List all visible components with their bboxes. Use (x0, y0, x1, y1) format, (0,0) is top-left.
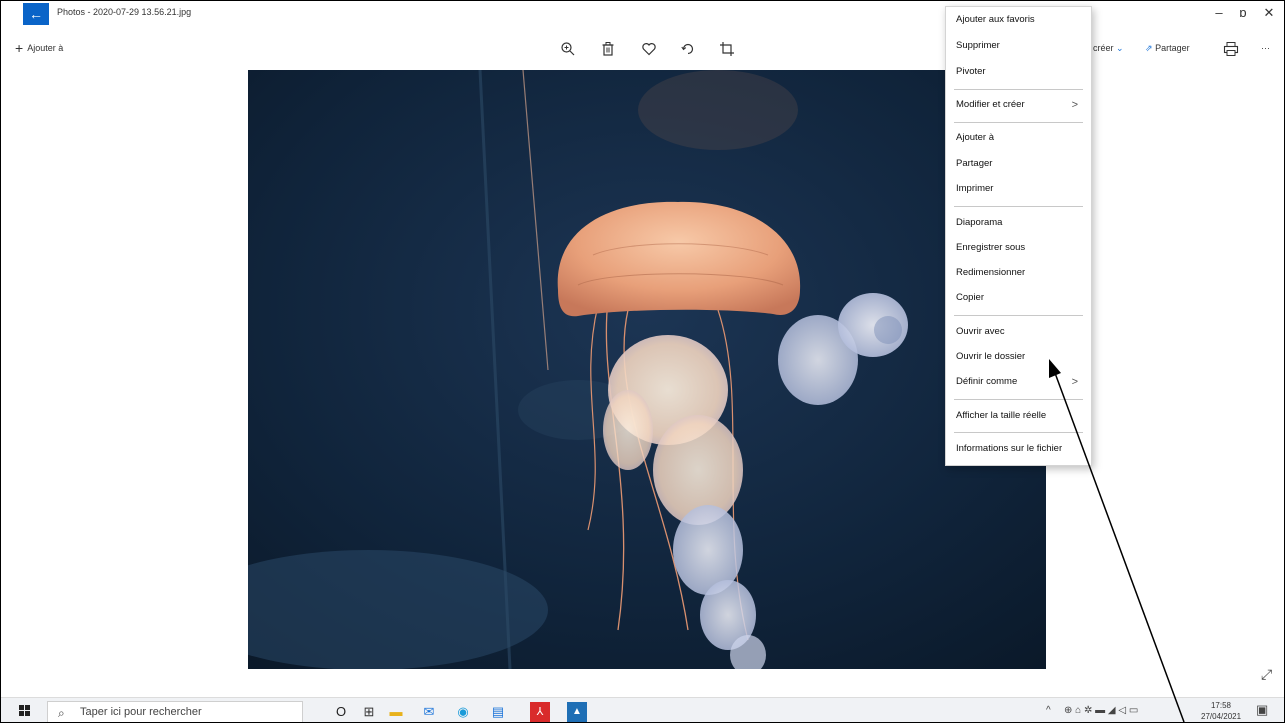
context-menu: Ajouter aux favoris Supprimer Pivoter Mo… (945, 6, 1092, 466)
edge-browser-icon[interactable]: ◉ (453, 702, 473, 722)
jellyfish-image (248, 70, 1046, 669)
menu-item-actual-size[interactable]: Afficher la taille réelle (956, 405, 1088, 427)
file-explorer-icon[interactable]: ▬ (386, 702, 406, 722)
mail-icon[interactable]: ✉ (419, 702, 439, 722)
crop-icon[interactable] (717, 39, 737, 59)
zoom-icon[interactable] (558, 39, 578, 59)
menu-item-copy[interactable]: Copier (956, 287, 1088, 309)
clock-time: 17:58 (1210, 701, 1232, 710)
photo-jellyfish[interactable] (248, 70, 1046, 669)
acrobat-pdf-icon[interactable]: ⅄ (530, 702, 550, 722)
photos-app-icon[interactable]: ▲ (567, 702, 587, 722)
tray-chevron-icon[interactable]: ^ (1046, 705, 1051, 716)
menu-item-open-with[interactable]: Ouvrir avec (956, 321, 1088, 343)
minimize-button[interactable]: – (1207, 5, 1231, 21)
menu-item-resize[interactable]: Redimensionner (956, 262, 1088, 284)
share-label: Partager (1155, 43, 1190, 53)
chevron-right-icon: > (1071, 376, 1078, 388)
menu-item-print[interactable]: Imprimer (956, 178, 1088, 200)
menu-divider (954, 122, 1083, 123)
menu-item-edit-create[interactable]: Modifier et créer > (956, 94, 1088, 116)
search-placeholder: Taper ici pour rechercher (80, 706, 202, 718)
menu-item-file-info[interactable]: Informations sur le fichier (956, 438, 1088, 460)
menu-divider (954, 399, 1083, 400)
menu-item-delete[interactable]: Supprimer (956, 35, 1088, 57)
chevron-right-icon: > (1071, 99, 1078, 111)
taskbar: ⌕ Taper ici pour rechercher O ⊞ ▬ ✉ ◉ ▤ … (1, 697, 1284, 722)
share-button[interactable]: ⇗ Partager (1145, 41, 1190, 55)
menu-item-rotate[interactable]: Pivoter (956, 61, 1088, 83)
notification-center-icon[interactable]: ▣ (1256, 702, 1268, 718)
menu-item-save-as[interactable]: Enregistrer sous (956, 237, 1088, 259)
menu-item-set-as[interactable]: Définir comme > (956, 371, 1088, 393)
menu-item-add-to-favorites[interactable]: Ajouter aux favoris (956, 9, 1088, 31)
menu-item-add-to[interactable]: Ajouter à (956, 127, 1088, 149)
favorite-heart-icon[interactable] (639, 39, 659, 59)
chevron-down-icon: ⌄ (1116, 43, 1124, 53)
edit-create-button[interactable]: créer ⌄ (1093, 41, 1124, 55)
clock-date: 27/04/2021 (1201, 712, 1242, 721)
print-icon[interactable] (1221, 39, 1241, 59)
menu-item-open-folder[interactable]: Ouvrir le dossier (956, 346, 1088, 368)
menu-divider (954, 206, 1083, 207)
fullscreen-expand-icon[interactable]: ⤢ (1261, 666, 1272, 683)
window-title: Photos - 2020-07-29 13.56.21.jpg (57, 7, 192, 17)
more-options-button[interactable]: ··· (1261, 41, 1270, 55)
menu-divider (954, 89, 1083, 90)
search-icon: ⌕ (58, 706, 65, 720)
share-icon: ⇗ (1145, 43, 1153, 53)
back-button[interactable]: ← (23, 3, 49, 25)
delete-icon[interactable] (598, 39, 618, 59)
plus-icon: + (15, 40, 24, 56)
restore-button[interactable]: ɒ (1231, 5, 1255, 21)
rotate-icon[interactable] (678, 39, 698, 59)
menu-item-share[interactable]: Partager (956, 153, 1088, 175)
taskbar-search-box[interactable]: ⌕ Taper ici pour rechercher (47, 701, 303, 722)
menu-item-slideshow[interactable]: Diaporama (956, 212, 1088, 234)
menu-divider (954, 315, 1083, 316)
tray-system-icons[interactable]: ⊕ ⌂ ✲ ▬ ◢ ◁ ▭ (1064, 705, 1138, 716)
add-to-button[interactable]: + Ajouter à (15, 41, 63, 55)
cortana-icon[interactable]: O (331, 702, 351, 722)
notepad-icon[interactable]: ▤ (488, 702, 508, 722)
windows-start-icon[interactable] (19, 705, 31, 717)
menu-divider (954, 432, 1083, 433)
photos-window: ← Photos - 2020-07-29 13.56.21.jpg – ɒ ✕… (0, 0, 1285, 723)
task-view-icon[interactable]: ⊞ (359, 702, 379, 722)
edit-create-label: créer (1093, 43, 1114, 53)
taskbar-clock[interactable]: 17:58 27/04/2021 (1201, 700, 1241, 722)
close-button[interactable]: ✕ (1257, 5, 1281, 21)
add-to-label: Ajouter à (27, 43, 64, 53)
